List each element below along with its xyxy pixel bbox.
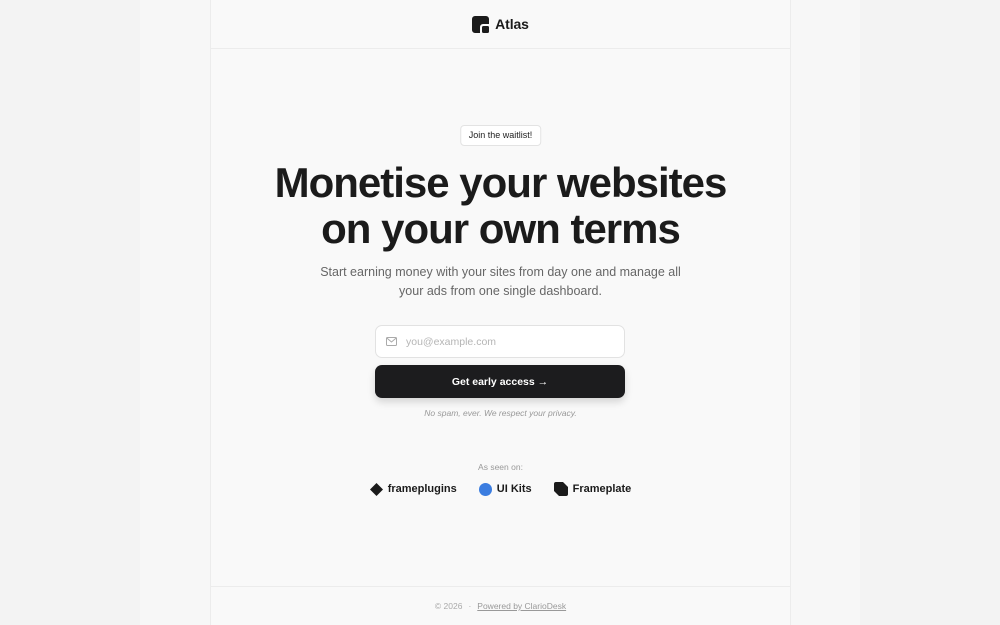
partner-ui-kits[interactable]: UI Kits [478, 482, 532, 496]
partner-logos: frameplugins UI Kits Frameplate [211, 482, 790, 496]
headline-line-1: Monetise your websites [274, 159, 728, 206]
header: Atlas [211, 0, 790, 49]
footer-separator: · [468, 601, 472, 611]
hero-subtext: Start earning money with your sites from… [211, 263, 790, 301]
brand-name[interactable]: Atlas [495, 16, 529, 32]
partner-frameplugins[interactable]: frameplugins [369, 482, 457, 496]
atlas-logo-icon[interactable] [472, 15, 490, 33]
partner-name: Frameplate [572, 483, 632, 495]
powered-by-link[interactable]: Powered by ClarioDesk [477, 601, 566, 611]
subtext-line-2: your ads from one single dashboard. [399, 284, 602, 298]
email-input[interactable] [404, 334, 608, 349]
footer: © 2026 · Powered by ClarioDesk [211, 586, 790, 625]
frameplate-logo-icon [553, 482, 568, 496]
privacy-note: No spam, ever. We respect your privacy. [424, 408, 577, 418]
blue-circle-icon [478, 482, 492, 496]
page-container: Atlas Join the waitlist! Monetise your w… [210, 0, 791, 625]
email-field[interactable] [375, 325, 625, 358]
partner-name: UI Kits [496, 483, 532, 495]
as-seen-on-label: As seen on: [478, 462, 523, 472]
diamond-icon [369, 482, 383, 496]
copyright: © 2026 [434, 601, 463, 611]
get-early-access-button[interactable]: Get early access → [375, 365, 625, 398]
mail-icon [386, 337, 397, 346]
hero-headline: Monetise your websites on your own terms [211, 160, 790, 252]
partner-name: frameplugins [387, 483, 457, 495]
partner-frameplate[interactable]: Frameplate [553, 482, 632, 496]
subtext-line-1: Start earning money with your sites from… [320, 265, 681, 279]
waitlist-badge: Join the waitlist! [459, 125, 542, 146]
headline-line-2: on your own terms [321, 205, 681, 252]
